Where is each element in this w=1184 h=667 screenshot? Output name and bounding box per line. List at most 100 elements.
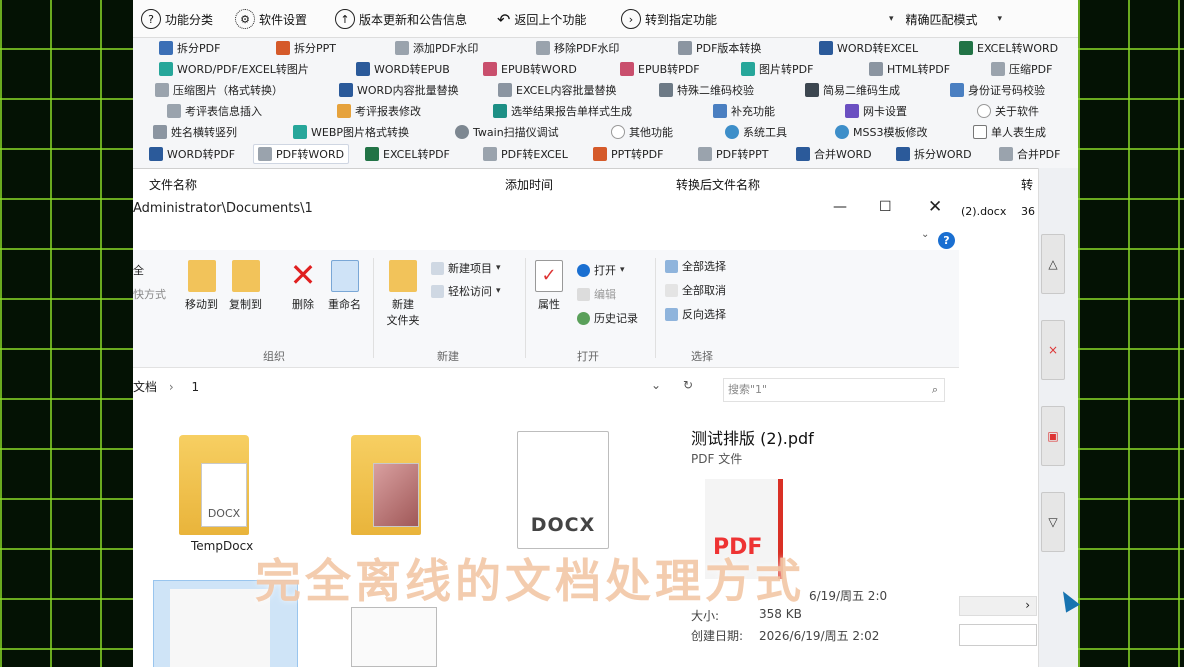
fn-split-word[interactable]: 拆分WORD [896, 144, 972, 164]
fn-office-to-image[interactable]: WORD/PDF/EXCEL转图片 [159, 59, 309, 79]
fn-mss3-template[interactable]: MSS3模板修改 [835, 122, 927, 142]
breadcrumb-folder[interactable]: 1 [191, 380, 199, 394]
move-up-button[interactable]: △ [1041, 234, 1065, 294]
settings-button[interactable]: ⚙ 软件设置 [235, 8, 307, 30]
fn-excel-batch-replace[interactable]: EXCEL内容批量替换 [498, 80, 616, 100]
edit-button[interactable]: 编辑 [577, 286, 616, 302]
horizontal-scrollbar[interactable]: › [959, 596, 1037, 616]
fn-label: 网卡设置 [863, 105, 907, 118]
properties-button[interactable]: ✓ 属性 [535, 260, 563, 312]
invert-selection-button[interactable]: 反向选择 [665, 306, 726, 322]
back-button[interactable]: ↶ 返回上个功能 [497, 8, 586, 30]
fn-label: WEBP图片格式转换 [311, 126, 410, 139]
fn-qr-verify[interactable]: 特殊二维码校验 [659, 80, 754, 100]
fn-word-to-epub[interactable]: WORD转EPUB [356, 59, 450, 79]
fn-word-to-excel[interactable]: WORD转EXCEL [819, 38, 918, 58]
fn-image-to-pdf[interactable]: 图片转PDF [741, 59, 813, 79]
easy-access-button[interactable]: 轻松访问 ▾ [431, 283, 501, 299]
fn-election-report[interactable]: 选举结果报告单样式生成 [493, 101, 632, 121]
new-folder-button[interactable]: 新建 文件夹 [383, 260, 423, 328]
fn-merge-word[interactable]: 合并WORD [796, 144, 872, 164]
maximize-icon[interactable]: ☐ [879, 199, 892, 215]
chevron-right-icon[interactable]: › [1025, 598, 1030, 612]
function-category-button[interactable]: ? 功能分类 [141, 8, 213, 30]
ribbon-divider [373, 258, 374, 358]
close-icon[interactable]: ✕ [928, 197, 942, 217]
chevron-down-icon[interactable]: ⌄ [651, 378, 661, 392]
fn-word-batch-replace[interactable]: WORD内容批量替换 [339, 80, 459, 100]
ribbon-divider [525, 258, 526, 358]
address-bar[interactable]: 文档 › 1 ⌄ ↻ [133, 378, 713, 402]
update-notice-button[interactable]: ↑ 版本更新和公告信息 [335, 8, 467, 30]
ribbon-divider [655, 258, 656, 358]
rename-button[interactable]: 重命名 [328, 260, 361, 312]
fn-system-tools[interactable]: 系统工具 [725, 122, 787, 142]
clear-button[interactable]: ▣ [1041, 406, 1065, 466]
word-icon [339, 83, 353, 97]
fn-epub-to-word[interactable]: EPUB转WORD [483, 59, 577, 79]
remove-button[interactable]: × [1041, 320, 1065, 380]
new-folder-icon [389, 260, 417, 292]
match-mode-select[interactable]: ▾ 精确匹配模式 ▾ [889, 8, 1002, 30]
fn-excel-to-word[interactable]: EXCEL转WORD [959, 38, 1058, 58]
fn-evaluation-insert[interactable]: 考评表信息插入 [167, 101, 262, 121]
side-input[interactable] [959, 624, 1037, 646]
fn-id-verify[interactable]: 身份证号码校验 [950, 80, 1045, 100]
fn-pdf-version[interactable]: PDF版本转换 [678, 38, 761, 58]
fn-qr-generate[interactable]: 简易二维码生成 [805, 80, 900, 100]
function-row-3: 压缩图片（格式转换） WORD内容批量替换 EXCEL内容批量替换 特殊二维码校… [133, 79, 1078, 100]
move-to-button[interactable]: 移动到 [185, 260, 218, 312]
search-placeholder: 搜索"1" [728, 383, 768, 396]
column-converted-name[interactable]: 转换后文件名称 [676, 176, 760, 193]
new-item-button[interactable]: 新建项目 ▾ [431, 260, 501, 276]
fn-name-vertical[interactable]: 姓名横转竖列 [153, 122, 237, 142]
chevron-down-icon[interactable]: ⌄ [921, 229, 929, 240]
fn-about[interactable]: 关于软件 [977, 101, 1039, 121]
fn-remove-pdf-watermark[interactable]: 移除PDF水印 [536, 38, 619, 58]
fn-split-ppt[interactable]: 拆分PPT [276, 38, 336, 58]
help-icon[interactable]: ? [938, 232, 955, 249]
fn-ppt-to-pdf[interactable]: PPT转PDF [593, 144, 663, 164]
copy-to-button[interactable]: 复制到 [229, 260, 262, 312]
fn-pdf-to-word[interactable]: PDF转WORD [253, 144, 350, 164]
fn-webp-convert[interactable]: WEBP图片格式转换 [293, 122, 409, 142]
tile-file-bottom[interactable] [351, 607, 437, 667]
minimize-icon[interactable]: — [833, 199, 847, 215]
fn-word-to-pdf[interactable]: WORD转PDF [149, 144, 235, 164]
open-button[interactable]: 打开 ▾ [577, 262, 625, 278]
fn-single-table[interactable]: 单人表生成 [973, 122, 1046, 142]
column-partial[interactable]: 转 [1021, 176, 1033, 193]
fn-split-pdf[interactable]: 拆分PDF [159, 38, 220, 58]
tile-docx-file[interactable]: DOCX [517, 431, 613, 549]
fn-network-card[interactable]: 网卡设置 [845, 101, 907, 121]
select-none-button[interactable]: 全部取消 [665, 282, 726, 298]
goto-function-button[interactable]: › 转到指定功能 [621, 8, 717, 30]
refresh-icon[interactable]: ↻ [683, 378, 693, 392]
fn-twain-debug[interactable]: Twain扫描仪调试 [455, 122, 559, 142]
fn-compress-pdf[interactable]: 压缩PDF [991, 59, 1052, 79]
copy-folder-icon [231, 260, 260, 292]
edit-label: 编辑 [594, 288, 616, 301]
column-file-name[interactable]: 文件名称 [149, 176, 197, 193]
fn-excel-to-pdf[interactable]: EXCEL转PDF [365, 144, 450, 164]
select-all-button[interactable]: 全部选择 [665, 258, 726, 274]
column-add-time[interactable]: 添加时间 [505, 176, 553, 193]
history-button[interactable]: 历史记录 [577, 310, 638, 326]
breadcrumb-documents[interactable]: 文档 [133, 380, 157, 394]
fn-merge-pdf[interactable]: 合并PDF [999, 144, 1060, 164]
fn-compress-image[interactable]: 压缩图片（格式转换） [155, 80, 283, 100]
fn-pdf-to-ppt[interactable]: PDF转PPT [698, 144, 768, 164]
fn-html-to-pdf[interactable]: HTML转PDF [869, 59, 950, 79]
fn-other[interactable]: 其他功能 [611, 122, 673, 142]
fn-epub-to-pdf[interactable]: EPUB转PDF [620, 59, 700, 79]
fn-supplement[interactable]: 补充功能 [713, 101, 775, 121]
fn-pdf-to-excel[interactable]: PDF转EXCEL [483, 144, 568, 164]
fn-label: PDF转PPT [716, 148, 769, 161]
search-input[interactable]: 搜索"1" ⌕ [723, 378, 945, 402]
tile-tempdocx[interactable]: DOCX TempDocx [179, 435, 279, 553]
delete-button[interactable]: ✕ 删除 [289, 259, 317, 312]
fn-evaluation-edit[interactable]: 考评报表修改 [337, 101, 421, 121]
tile-photo-folder[interactable] [351, 435, 441, 535]
fn-add-pdf-watermark[interactable]: 添加PDF水印 [395, 38, 478, 58]
move-down-button[interactable]: ▽ [1041, 492, 1065, 552]
